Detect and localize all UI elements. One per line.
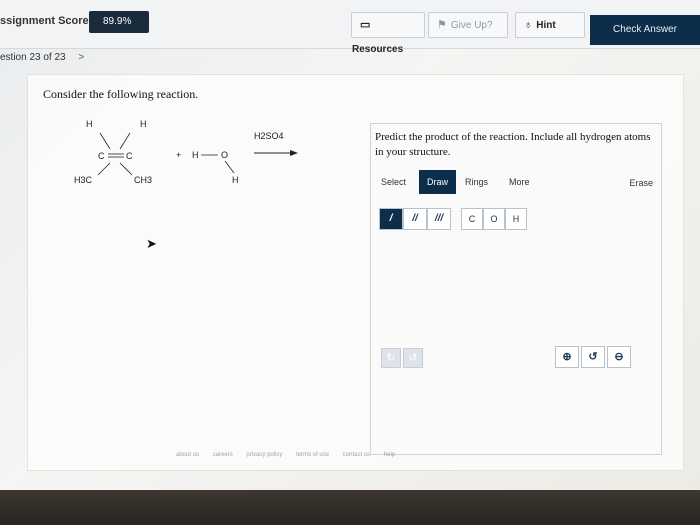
erase-button[interactable]: Erase <box>629 178 653 188</box>
double-bond-button[interactable]: // <box>403 208 427 230</box>
question-card: Consider the following reaction. H H C C… <box>27 74 684 471</box>
next-question-chevron-icon[interactable]: > <box>78 52 84 63</box>
footer-help[interactable]: help <box>384 452 395 458</box>
atom-h1: H <box>86 119 93 129</box>
footer-about[interactable]: about us <box>176 452 199 458</box>
top-bar: ssignment Score: 89.9% ▭ Resources ⚑ Give … <box>0 0 700 55</box>
single-bond-button[interactable]: / <box>379 208 403 230</box>
atom-h3c: H3C <box>74 175 93 185</box>
tab-select[interactable]: Select <box>381 170 406 194</box>
mouse-cursor-icon: ➤ <box>146 236 157 251</box>
resources-label: Resources <box>352 44 404 55</box>
assignment-score-label: ssignment Score: <box>0 15 93 27</box>
assignment-score-value: 89.9% <box>89 11 149 33</box>
footer-terms[interactable]: terms of use <box>296 452 329 458</box>
water-o: O <box>221 150 228 160</box>
carbon-atom-button[interactable]: C <box>461 208 483 230</box>
flag-icon: ⚑ <box>437 19 447 31</box>
resources-button[interactable]: ▭ Resources <box>351 12 425 55</box>
editor-toolbar: Select Draw Rings More Erase <box>371 170 661 194</box>
structure-editor: Predict the product of the reaction. Inc… <box>370 123 662 455</box>
check-answer-button[interactable]: Check Answer <box>590 15 700 45</box>
tab-rings[interactable]: Rings <box>465 170 488 194</box>
plus-sign: + <box>176 150 181 160</box>
water-h2: H <box>232 175 239 185</box>
hint-label: Hint <box>536 20 556 31</box>
tab-draw[interactable]: Draw <box>419 170 457 194</box>
hint-button[interactable]: ♁ Hint <box>515 12 585 38</box>
editor-instructions: Predict the product of the reaction. Inc… <box>375 131 651 158</box>
hydrogen-atom-button[interactable]: H <box>505 208 527 230</box>
atom-c1: C <box>98 151 105 161</box>
undo-icon[interactable]: ↻ <box>381 348 401 368</box>
redo-icon[interactable]: ↺ <box>403 348 423 368</box>
footer-links: about us careers privacy policy terms of… <box>176 452 407 458</box>
give-up-label: Give Up? <box>450 20 493 31</box>
water-h1: H <box>192 150 199 160</box>
atom-h2: H <box>140 119 147 129</box>
triple-bond-button[interactable]: /// <box>427 208 451 230</box>
footer-contact[interactable]: contact us <box>343 452 370 458</box>
reagent-label: H2SO4 <box>254 131 284 141</box>
zoom-in-icon[interactable]: ⊕ <box>555 346 579 368</box>
zoom-out-icon[interactable]: ⊖ <box>607 346 631 368</box>
atom-ch3: CH3 <box>134 175 152 185</box>
footer-privacy[interactable]: privacy policy <box>246 452 282 458</box>
question-counter: estion 23 of 23 <box>0 52 66 63</box>
oxygen-atom-button[interactable]: O <box>483 208 505 230</box>
lightbulb-icon: ♁ <box>524 19 533 31</box>
question-prompt: Consider the following reaction. <box>43 87 199 101</box>
monitor-bezel <box>0 490 700 525</box>
footer-careers[interactable]: careers <box>213 452 233 458</box>
tab-more[interactable]: More <box>509 170 530 194</box>
give-up-button[interactable]: ⚑ Give Up? <box>428 12 508 38</box>
atom-c2: C <box>126 151 133 161</box>
reset-view-icon[interactable]: ↺ <box>581 346 605 368</box>
question-navigation: estion 23 of 23 > <box>0 52 84 63</box>
reaction-scheme: H H C C H3C CH3 + H O H H2SO4 <box>74 119 298 185</box>
book-icon: ▭ <box>360 19 371 31</box>
